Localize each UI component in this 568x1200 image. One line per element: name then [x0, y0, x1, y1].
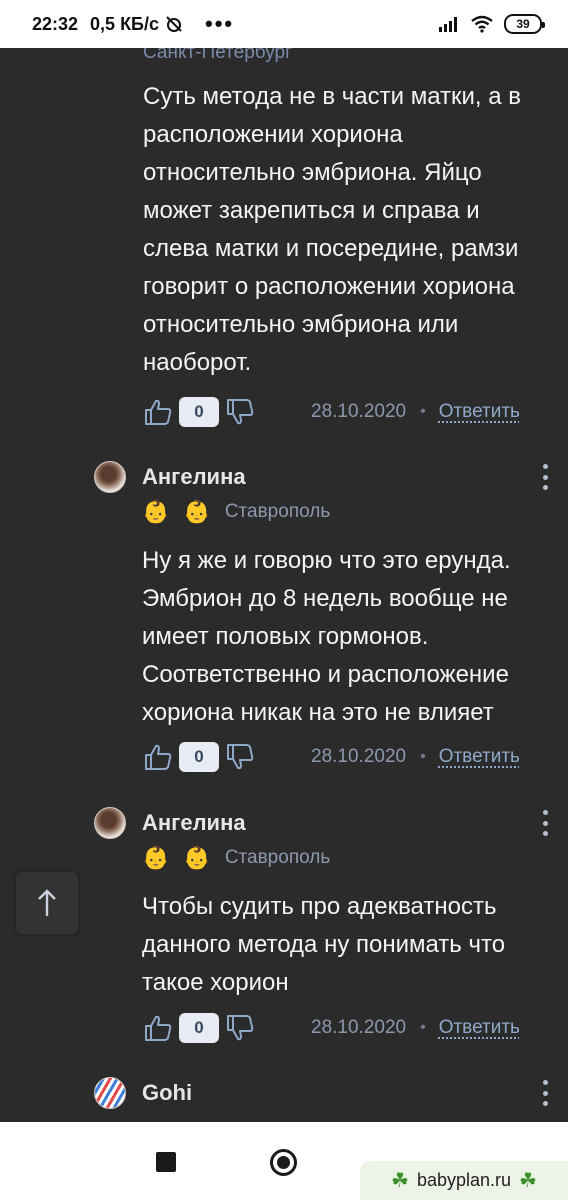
kebab-menu-icon[interactable]	[540, 464, 550, 490]
arrow-up-icon	[38, 889, 56, 916]
vote-count: 0	[179, 397, 219, 427]
avatar[interactable]	[94, 807, 126, 839]
comment-date: 28.10.2020	[311, 1017, 407, 1038]
thumbs-down-icon[interactable]	[225, 397, 255, 427]
comment-body: Ну я же и говорю что это ерунда. Эмбрион…	[142, 542, 550, 732]
reply-button[interactable]: Ответить	[439, 1017, 520, 1039]
comment-date: 28.10.2020	[311, 401, 407, 422]
reply-comment: Gohi	[94, 1076, 550, 1110]
author-name[interactable]: Ангелина	[142, 810, 246, 836]
separator-dot: •	[420, 748, 426, 765]
scroll-top-button[interactable]	[16, 872, 78, 934]
site-watermark: ☘ babyplan.ru ☘	[360, 1161, 568, 1200]
comment-line: наоборот.	[143, 349, 252, 376]
comment-body: Чтобы судить про адекватность данного ме…	[142, 888, 550, 1002]
comment-line: относительно эмбриона или	[143, 311, 459, 338]
comments-feed: Санкт-Петербург Суть метода не в части м…	[0, 48, 568, 1122]
comment-actions: 0 28.10.2020 • Ответить	[143, 392, 520, 432]
thumbs-down-icon[interactable]	[225, 1013, 255, 1043]
alarm-off-icon	[166, 16, 182, 32]
kebab-menu-icon[interactable]	[540, 810, 550, 836]
author-badges: 👶 👶 Ставрополь	[142, 840, 550, 876]
network-speed: 0,5 КБ/с	[90, 14, 183, 35]
separator-dot: •	[420, 403, 426, 420]
status-time: 22:32	[32, 13, 79, 34]
avatar[interactable]	[94, 461, 126, 493]
author-city: Ставрополь	[224, 501, 331, 522]
signal-icon	[439, 17, 457, 32]
comment-line: хориона никак на это не влияет	[142, 699, 494, 726]
clover-icon: ☘	[391, 1169, 409, 1192]
clover-icon: ☘	[519, 1169, 537, 1192]
comment-line: может закрепиться и справа и	[143, 197, 480, 224]
vote-count: 0	[179, 742, 219, 772]
baby-badge-icon: 👶	[142, 499, 170, 524]
thumbs-up-icon[interactable]	[143, 1013, 173, 1043]
watermark-text: babyplan.ru	[416, 1170, 512, 1190]
comment-line: имеет половых гормонов.	[142, 623, 429, 650]
author-name[interactable]: Ангелина	[142, 464, 246, 490]
reply-comment: Ангелина 👶 👶 Ставрополь Чтобы судить про…	[94, 806, 550, 1002]
network-speed-value: 0,5 КБ/с	[90, 13, 160, 34]
reply-comment: Ангелина 👶 👶 Ставрополь Ну я же и говорю…	[94, 460, 550, 732]
comment-body: Суть метода не в части матки, а в распол…	[143, 78, 553, 382]
author-city: Санкт-Петербург	[143, 48, 293, 63]
comment-line: слева матки и посередине, рамзи	[143, 235, 519, 262]
reply-button[interactable]: Ответить	[439, 401, 520, 423]
comment-actions: 0 28.10.2020 • Ответить	[143, 737, 520, 777]
comment-line: такое хорион	[142, 969, 289, 996]
comment-line: Эмбрион до 8 недель вообще не	[142, 585, 508, 612]
author-row: Ангелина	[94, 806, 550, 840]
comment-date: 28.10.2020	[311, 746, 407, 767]
comment-line: Ну я же и говорю что это ерунда.	[142, 547, 511, 574]
baby-badge-icon: 👶	[183, 499, 211, 524]
thumbs-down-icon[interactable]	[225, 742, 255, 772]
vote-count: 0	[179, 1013, 219, 1043]
status-bar: 22:32 0,5 КБ/с ••• 39	[0, 0, 568, 48]
baby-badge-icon: 👶	[142, 845, 170, 870]
home-button[interactable]	[270, 1149, 297, 1176]
comment-actions: 0 28.10.2020 • Ответить	[143, 1008, 520, 1048]
comment-line: Суть метода не в части матки, а в	[143, 83, 522, 110]
kebab-menu-icon[interactable]	[540, 1080, 550, 1106]
author-row: Gohi	[94, 1076, 550, 1110]
avatar[interactable]	[94, 1077, 126, 1109]
comment-line: Соответственно и расположение	[142, 661, 509, 688]
wifi-icon	[471, 15, 493, 33]
thumbs-up-icon[interactable]	[143, 397, 173, 427]
battery-indicator: 39	[504, 14, 545, 34]
reply-button[interactable]: Ответить	[439, 746, 520, 768]
thumbs-up-icon[interactable]	[143, 742, 173, 772]
recent-apps-button[interactable]	[156, 1152, 176, 1172]
comment-line: расположении хориона	[143, 121, 403, 148]
separator-dot: •	[420, 1019, 426, 1036]
comment-line: данного метода ну понимать что	[142, 931, 506, 958]
notification-dots: •••	[205, 11, 235, 36]
comment-line: относительно эмбриона. Яйцо	[143, 159, 482, 186]
author-badges: 👶 👶 Ставрополь	[142, 494, 550, 530]
author-name[interactable]: Gohi	[142, 1080, 192, 1106]
comment-line: Чтобы судить про адекватность	[142, 893, 497, 920]
comment-line: говорит о расположении хориона	[143, 273, 515, 300]
author-city: Ставрополь	[224, 847, 331, 868]
baby-badge-icon: 👶	[183, 845, 211, 870]
author-row: Ангелина	[94, 460, 550, 494]
